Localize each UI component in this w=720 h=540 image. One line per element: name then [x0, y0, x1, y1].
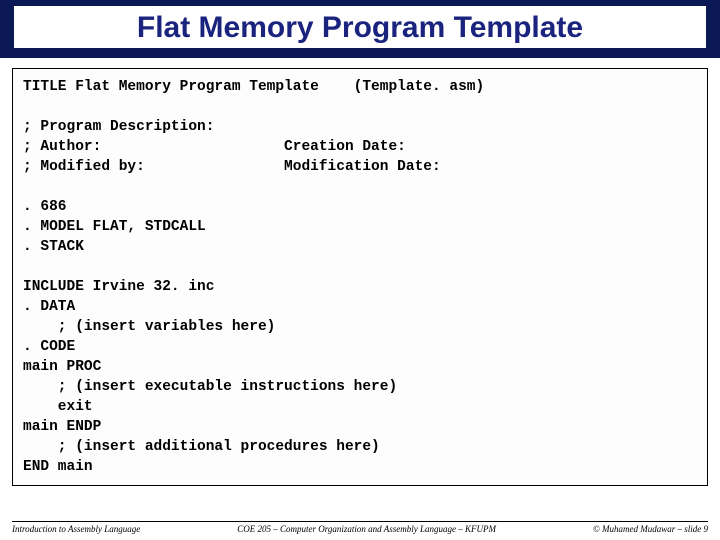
- footer-right: © Muhamed Mudawar – slide 9: [593, 524, 708, 534]
- slide: Flat Memory Program Template TITLE Flat …: [0, 0, 720, 540]
- slide-title: Flat Memory Program Template: [14, 6, 706, 48]
- code-block: TITLE Flat Memory Program Template (Temp…: [23, 77, 697, 477]
- title-bar: Flat Memory Program Template: [0, 0, 720, 58]
- footer-center: COE 205 – Computer Organization and Asse…: [140, 524, 593, 534]
- footer: Introduction to Assembly Language COE 20…: [12, 521, 708, 534]
- footer-left: Introduction to Assembly Language: [12, 524, 140, 534]
- code-container: TITLE Flat Memory Program Template (Temp…: [12, 68, 708, 486]
